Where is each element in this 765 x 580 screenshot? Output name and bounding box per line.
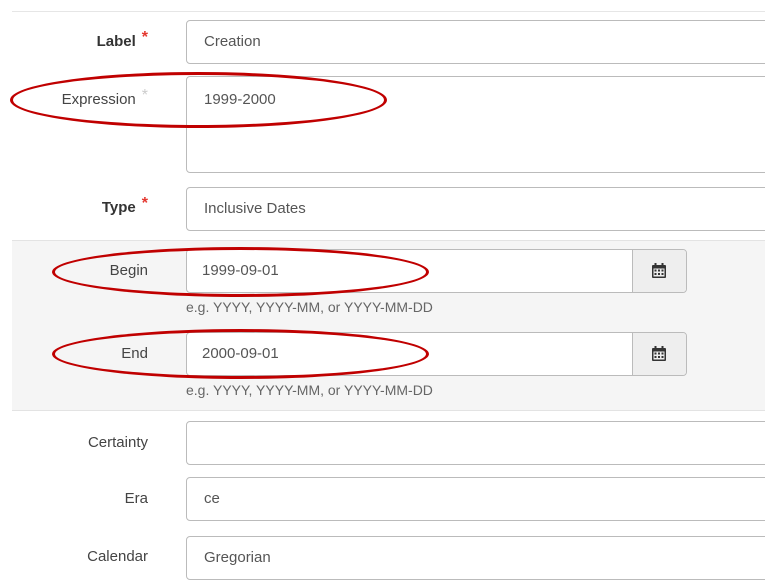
era-field-label: Era [124, 490, 148, 507]
end-date-picker-button[interactable] [632, 333, 686, 375]
label-input[interactable]: Creation [186, 20, 765, 64]
expression-highlight-ellipse [10, 72, 387, 128]
certainty-field-label: Certainty [87, 434, 148, 451]
top-divider [12, 11, 765, 12]
end-format-hint: e.g. YYYY, YYYY-MM, or YYYY-MM-DD [186, 382, 433, 398]
type-select[interactable]: Inclusive Dates [186, 187, 765, 231]
begin-date-picker-button[interactable] [632, 250, 686, 292]
begin-highlight-ellipse [52, 247, 429, 297]
calendar-icon [652, 346, 666, 361]
calendar-field-label: Calendar [87, 548, 148, 565]
certainty-select[interactable] [186, 421, 765, 465]
required-asterisk-icon: * [141, 29, 148, 46]
label-field-label: Label * [96, 29, 148, 51]
end-highlight-ellipse [52, 329, 429, 379]
begin-format-hint: e.g. YYYY, YYYY-MM, or YYYY-MM-DD [186, 299, 433, 315]
calendar-select[interactable]: Gregorian [186, 536, 765, 580]
type-field-label: Type * [101, 195, 148, 217]
required-asterisk-icon: * [141, 195, 148, 212]
calendar-icon [652, 263, 666, 278]
era-select[interactable]: ce [186, 477, 765, 521]
